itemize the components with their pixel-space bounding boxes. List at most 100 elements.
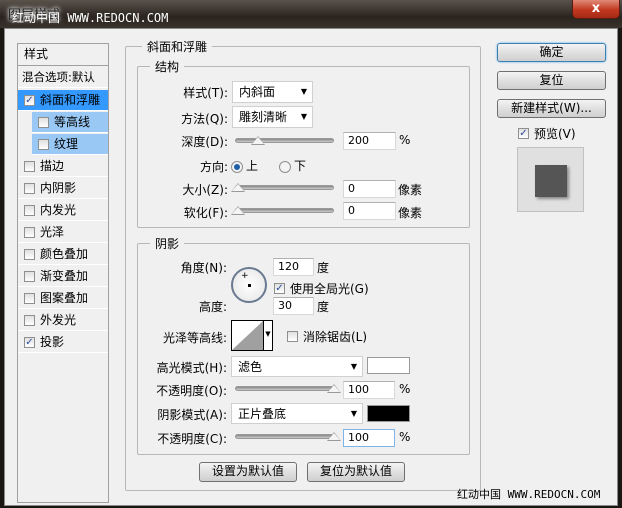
style-item-label: 斜面和浮雕 <box>40 92 101 107</box>
depth-input[interactable]: 200 <box>343 132 396 150</box>
checkbox-icon[interactable] <box>24 248 35 260</box>
highlight-opacity-thumb[interactable] <box>327 384 341 393</box>
angle-unit: 度 <box>317 261 330 275</box>
checkbox-icon[interactable]: ✓ <box>518 128 529 139</box>
checkbox-icon[interactable] <box>24 160 35 172</box>
style-item[interactable]: 图案叠加 <box>18 288 108 309</box>
gloss-contour-picker[interactable]: ▼ <box>231 320 273 351</box>
radio-up[interactable] <box>231 160 243 173</box>
watermark-bottom: 红动中国 WWW.REDOCN.COM <box>457 488 601 501</box>
angle-dial[interactable]: + <box>231 267 267 303</box>
style-item-label: 颜色叠加 <box>40 246 89 261</box>
checkbox-icon[interactable] <box>24 204 35 216</box>
soften-slider[interactable] <box>231 206 334 215</box>
style-item-label: 描边 <box>40 158 65 173</box>
shadow-opacity-label: 不透明度(C): <box>157 432 227 446</box>
style-item[interactable]: 内发光 <box>18 200 108 221</box>
dial-crosshair-icon: + <box>241 271 249 281</box>
depth-slider[interactable] <box>235 136 334 145</box>
blend-options-item[interactable]: 混合选项:默认 <box>18 67 108 88</box>
bevel-group-title: 斜面和浮雕 <box>142 38 213 55</box>
checkbox-icon[interactable] <box>24 270 35 282</box>
shadow-opacity-thumb[interactable] <box>327 432 341 441</box>
preview-checkbox[interactable]: ✓ 预览(V) <box>518 125 576 142</box>
altitude-unit: 度 <box>317 300 330 314</box>
checkbox-icon[interactable] <box>24 314 35 326</box>
soften-slider-thumb[interactable] <box>231 206 245 215</box>
checkbox-icon[interactable]: ✓ <box>24 94 35 106</box>
style-item-label: 内发光 <box>40 202 77 217</box>
depth-unit: % <box>399 133 411 147</box>
style-item[interactable]: ✓ 斜面和浮雕 <box>18 90 108 111</box>
highlight-mode-label: 高光模式(H): <box>156 361 227 375</box>
dial-center <box>248 284 251 287</box>
checkbox-icon[interactable] <box>38 116 49 128</box>
checkbox-icon[interactable] <box>24 292 35 304</box>
size-label: 大小(Z): <box>182 183 228 197</box>
structure-title: 结构 <box>150 58 185 75</box>
highlight-mode-dropdown[interactable]: 滤色 <box>231 356 363 377</box>
style-item[interactable]: 光泽 <box>18 222 108 243</box>
style-item-label: 等高线 <box>54 114 91 129</box>
style-item[interactable]: 渐变叠加 <box>18 266 108 287</box>
depth-label: 深度(D): <box>181 135 228 149</box>
direction-up-radio[interactable]: 上 <box>231 157 258 174</box>
radio-up-label: 上 <box>246 159 259 173</box>
soften-label: 软化(F): <box>183 206 228 220</box>
style-label: 样式(T): <box>183 86 228 100</box>
global-light-checkbox[interactable]: ✓ 使用全局光(G) <box>274 280 369 297</box>
style-item[interactable]: 内阴影 <box>18 178 108 199</box>
soften-input[interactable]: 0 <box>343 202 396 220</box>
size-slider[interactable] <box>231 183 334 192</box>
shadow-opacity-input[interactable]: 100 <box>343 429 395 447</box>
highlight-opacity-label: 不透明度(O): <box>156 384 227 398</box>
direction-down-radio[interactable]: 下 <box>279 157 306 174</box>
size-unit: 像素 <box>398 183 423 197</box>
style-item-label: 投影 <box>40 334 65 349</box>
highlight-opacity-slider[interactable] <box>235 384 341 393</box>
antialias-checkbox[interactable]: 消除锯齿(L) <box>287 328 367 345</box>
soften-unit: 像素 <box>398 206 423 220</box>
style-item-label: 光泽 <box>40 224 65 239</box>
checkbox-icon[interactable]: ✓ <box>24 336 35 348</box>
shadow-color-swatch[interactable] <box>367 405 410 422</box>
new-style-button[interactable]: 新建样式(W)... <box>497 99 606 118</box>
angle-input[interactable]: 120 <box>273 258 314 276</box>
make-default-button[interactable]: 设置为默认值 <box>199 462 297 482</box>
style-item-label: 纹理 <box>54 136 79 151</box>
checkbox-icon[interactable] <box>24 226 35 238</box>
highlight-color-swatch[interactable] <box>367 357 410 374</box>
style-item[interactable]: 外发光 <box>18 310 108 331</box>
ok-button[interactable]: 确定 <box>497 43 606 62</box>
reset-button[interactable]: 复位 <box>497 71 606 90</box>
style-item[interactable]: 纹理 <box>32 134 108 155</box>
style-item-label: 内阴影 <box>40 180 77 195</box>
method-dropdown[interactable]: 雕刻清晰 <box>232 106 313 128</box>
contour-dropdown-arrow-icon[interactable]: ▼ <box>263 321 272 350</box>
shadow-mode-dropdown[interactable]: 正片叠底 <box>231 403 363 424</box>
size-slider-thumb[interactable] <box>231 183 245 192</box>
style-item[interactable]: 颜色叠加 <box>18 244 108 265</box>
style-item[interactable]: 描边 <box>18 156 108 177</box>
depth-slider-thumb[interactable] <box>251 136 265 145</box>
antialias-label: 消除锯齿(L) <box>303 330 368 344</box>
checkbox-icon[interactable] <box>287 331 298 342</box>
checkbox-icon[interactable] <box>24 182 35 194</box>
close-button[interactable]: x <box>572 0 620 19</box>
radio-down[interactable] <box>279 160 291 173</box>
checkbox-icon[interactable]: ✓ <box>274 283 285 294</box>
style-item[interactable]: 等高线 <box>32 112 108 133</box>
style-item[interactable]: ✓ 投影 <box>18 332 108 353</box>
style-list-header: 样式 <box>18 44 108 66</box>
method-label: 方法(Q): <box>181 112 228 126</box>
highlight-opacity-input[interactable]: 100 <box>343 381 395 399</box>
reset-default-button[interactable]: 复位为默认值 <box>307 462 405 482</box>
radio-down-label: 下 <box>294 159 307 173</box>
size-input[interactable]: 0 <box>343 180 396 198</box>
checkbox-icon[interactable] <box>38 138 49 150</box>
preview-thumbnail <box>517 147 584 212</box>
style-item-label: 渐变叠加 <box>40 268 89 283</box>
style-dropdown[interactable]: 内斜面 <box>232 81 313 103</box>
shadow-opacity-slider[interactable] <box>235 432 341 441</box>
altitude-input[interactable]: 30 <box>273 297 314 315</box>
